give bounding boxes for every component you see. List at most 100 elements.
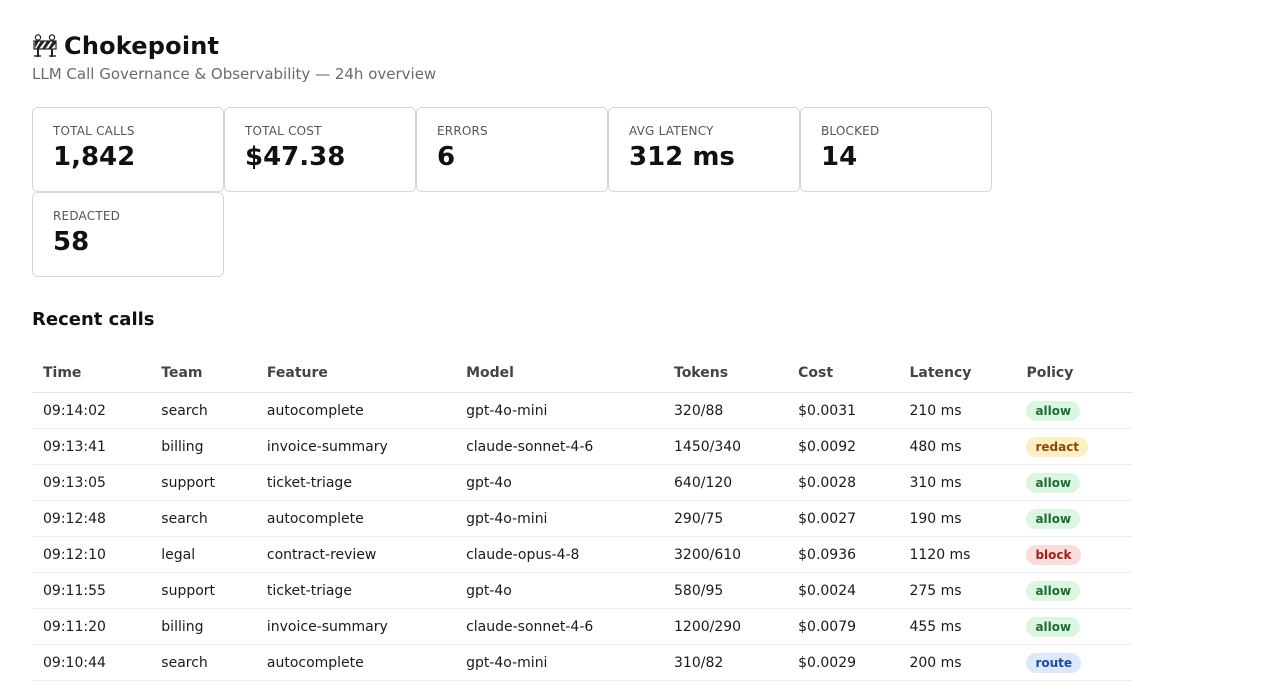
- stat-label: TOTAL COST: [245, 124, 322, 138]
- cell-model: gpt-4o-mini: [455, 500, 663, 537]
- construction-barrier-icon: [32, 34, 58, 58]
- cell-latency: 210 ms: [898, 392, 1016, 429]
- policy-badge: allow: [1026, 472, 1081, 493]
- cell-team: support: [150, 464, 256, 501]
- cell-latency: 1120 ms: [898, 536, 1016, 573]
- cell-model: claude-sonnet-4-6: [455, 428, 663, 465]
- policy-badge: allow: [1026, 508, 1081, 529]
- policy-badge: allow: [1026, 616, 1081, 637]
- column-header-tokens: Tokens: [663, 354, 788, 393]
- dashboard: Chokepoint LLM Call Governance & Observa…: [0, 0, 1280, 681]
- column-header-feature: Feature: [255, 354, 456, 393]
- policy-badge: redact: [1026, 436, 1089, 457]
- cell-model: gpt-4o: [455, 572, 663, 609]
- cell-time: 09:13:05: [32, 464, 151, 501]
- recent-calls-title: Recent calls: [32, 309, 155, 330]
- stat-card-avg-latency: AVG LATENCY 312 ms: [608, 107, 800, 192]
- stat-value: 1,842: [53, 142, 136, 172]
- table-body: 09:14:02 search autocomplete gpt-4o-mini 320…: [32, 392, 1132, 681]
- cell-team: legal: [150, 536, 256, 573]
- cell-policy: allow: [1015, 464, 1132, 501]
- cell-policy: block: [1015, 536, 1132, 573]
- stats-grid: TOTAL CALLS 1,842 TOTAL COST $47.38 ERRO…: [32, 107, 992, 277]
- cell-tokens: 1450/340: [663, 428, 788, 465]
- column-header-team: Team: [150, 354, 256, 393]
- cell-team: search: [150, 644, 256, 681]
- cell-feature: autocomplete: [255, 644, 456, 681]
- cell-cost: $0.0079: [787, 608, 899, 645]
- table-row[interactable]: 09:14:02 search autocomplete gpt-4o-mini 320…: [32, 392, 1132, 429]
- column-header-policy: Policy: [1015, 354, 1132, 393]
- cell-cost: $0.0029: [787, 644, 899, 681]
- policy-badge: allow: [1026, 580, 1081, 601]
- table-row[interactable]: 09:13:41 billing invoice-summary claude-son…: [32, 428, 1132, 465]
- table-row[interactable]: 09:12:10 legal contract-review claude-opus-…: [32, 536, 1132, 573]
- cell-tokens: 290/75: [663, 500, 788, 537]
- app-title: Chokepoint: [64, 32, 220, 60]
- recent-calls-table: Time Team Feature Model Tokens Cost Late…: [32, 354, 1132, 681]
- cell-model: gpt-4o-mini: [455, 644, 663, 681]
- stat-value: 14: [821, 142, 858, 172]
- cell-time: 09:14:02: [32, 392, 151, 429]
- table-row[interactable]: 09:10:44 search autocomplete gpt-4o-mini 310…: [32, 644, 1132, 681]
- column-header-model: Model: [455, 354, 663, 393]
- cell-feature: ticket-triage: [255, 572, 456, 609]
- table-row[interactable]: 09:13:05 support ticket-triage gpt-4o 640/12…: [32, 464, 1132, 501]
- stat-card-errors: ERRORS 6: [416, 107, 608, 192]
- cell-model: claude-opus-4-8: [455, 536, 663, 573]
- column-header-time: Time: [32, 354, 151, 393]
- table-row[interactable]: 09:11:55 support ticket-triage gpt-4o 580/95…: [32, 572, 1132, 609]
- cell-latency: 200 ms: [898, 644, 1016, 681]
- cell-team: billing: [150, 428, 256, 465]
- table-header-row: Time Team Feature Model Tokens Cost Late…: [32, 354, 1132, 393]
- stat-card-blocked: BLOCKED 14: [800, 107, 992, 192]
- cell-team: billing: [150, 608, 256, 645]
- cell-policy: allow: [1015, 392, 1132, 429]
- cell-team: search: [150, 392, 256, 429]
- cell-cost: $0.0092: [787, 428, 899, 465]
- cell-time: 09:13:41: [32, 428, 151, 465]
- cell-latency: 190 ms: [898, 500, 1016, 537]
- cell-tokens: 3200/610: [663, 536, 788, 573]
- cell-policy: allow: [1015, 500, 1132, 537]
- stat-value: 6: [437, 142, 456, 172]
- stat-label: REDACTED: [53, 209, 121, 223]
- cell-policy: allow: [1015, 608, 1132, 645]
- stat-value: 58: [53, 227, 90, 257]
- cell-tokens: 580/95: [663, 572, 788, 609]
- cell-tokens: 310/82: [663, 644, 788, 681]
- cell-time: 09:11:55: [32, 572, 151, 609]
- cell-time: 09:12:48: [32, 500, 151, 537]
- policy-badge: route: [1026, 652, 1082, 673]
- column-header-latency: Latency: [898, 354, 1016, 393]
- stat-label: AVG LATENCY: [629, 124, 714, 138]
- table-row[interactable]: 09:12:48 search autocomplete gpt-4o-mini 290…: [32, 500, 1132, 537]
- cell-latency: 455 ms: [898, 608, 1016, 645]
- policy-badge: allow: [1026, 400, 1081, 421]
- stat-card-total-calls: TOTAL CALLS 1,842: [32, 107, 224, 192]
- cell-policy: redact: [1015, 428, 1132, 465]
- cell-latency: 310 ms: [898, 464, 1016, 501]
- cell-model: gpt-4o: [455, 464, 663, 501]
- cell-feature: autocomplete: [255, 392, 456, 429]
- cell-feature: ticket-triage: [255, 464, 456, 501]
- cell-latency: 275 ms: [898, 572, 1016, 609]
- policy-badge: block: [1026, 544, 1081, 565]
- cell-feature: invoice-summary: [255, 428, 456, 465]
- stat-card-total-cost: TOTAL COST $47.38: [224, 107, 416, 192]
- stat-value: 312 ms: [629, 142, 735, 172]
- table-row[interactable]: 09:11:20 billing invoice-summary claude-son…: [32, 608, 1132, 645]
- cell-policy: route: [1015, 644, 1132, 681]
- cell-tokens: 320/88: [663, 392, 788, 429]
- title-row: Chokepoint: [32, 32, 1248, 60]
- cell-team: search: [150, 500, 256, 537]
- cell-cost: $0.0027: [787, 500, 899, 537]
- stat-label: TOTAL CALLS: [53, 124, 135, 138]
- cell-cost: $0.0024: [787, 572, 899, 609]
- stat-card-redacted: REDACTED 58: [32, 192, 224, 277]
- cell-time: 09:10:44: [32, 644, 151, 681]
- cell-feature: autocomplete: [255, 500, 456, 537]
- cell-cost: $0.0031: [787, 392, 899, 429]
- cell-feature: invoice-summary: [255, 608, 456, 645]
- cell-model: claude-sonnet-4-6: [455, 608, 663, 645]
